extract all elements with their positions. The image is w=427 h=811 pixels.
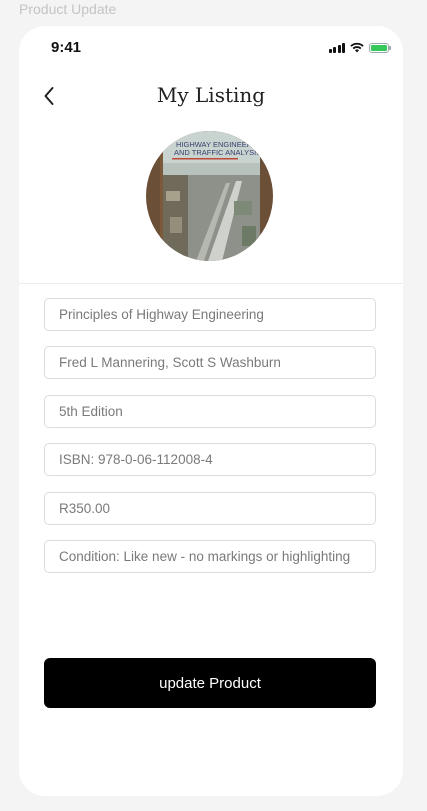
nav-bar: My Listing xyxy=(19,76,403,116)
book-cover-image[interactable]: HIGHWAY ENGINEERING AND TRAFFIC ANALYSIS xyxy=(146,131,273,261)
book-title-input[interactable] xyxy=(44,298,376,331)
edition-input[interactable] xyxy=(44,395,376,428)
cover-title-line-2: AND TRAFFIC ANALYSIS xyxy=(174,148,261,157)
cellular-signal-icon xyxy=(328,42,345,53)
update-product-button[interactable]: update Product xyxy=(44,658,376,708)
page-title: My Listing xyxy=(156,83,266,107)
status-bar: 9:41 xyxy=(19,26,403,70)
authors-input[interactable] xyxy=(44,346,376,379)
header-divider xyxy=(19,283,403,284)
battery-icon xyxy=(369,42,391,53)
frame-label: Product Update xyxy=(19,1,117,17)
isbn-input[interactable] xyxy=(44,443,376,476)
book-cover-photo: HIGHWAY ENGINEERING AND TRAFFIC ANALYSIS xyxy=(146,131,273,261)
status-time: 9:41 xyxy=(51,39,82,56)
price-input[interactable] xyxy=(44,492,376,525)
condition-input[interactable] xyxy=(44,540,376,573)
status-icons xyxy=(328,42,391,53)
phone-screen: 9:41 My Listing HIGHWAY ENGINEERING AND … xyxy=(19,26,403,796)
wifi-icon xyxy=(350,42,364,53)
